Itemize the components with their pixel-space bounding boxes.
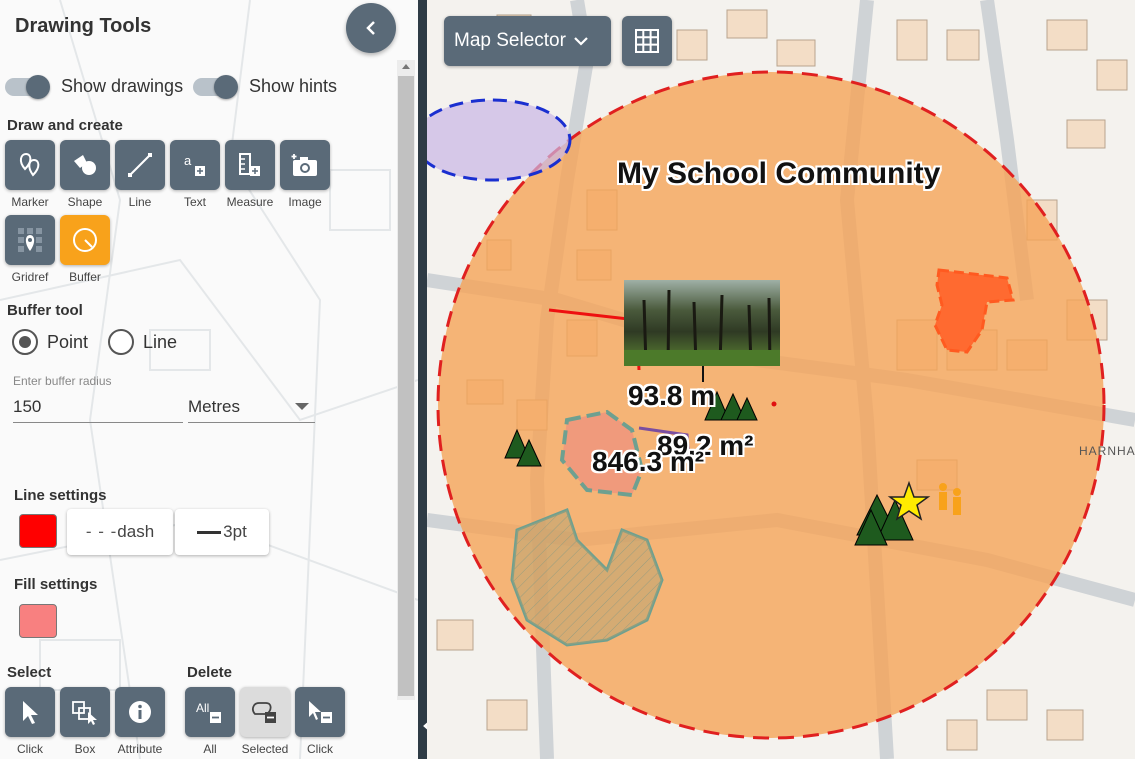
panel-scrollbar[interactable] [397,60,415,700]
draw-section-heading: Draw and create [7,117,123,134]
delete-selected-tool[interactable]: Selected [240,687,290,756]
delete-all-tool[interactable]: All All [185,687,235,756]
trees-photo-icon [624,289,780,366]
buffer-section-heading: Buffer tool [7,302,83,319]
collapse-panel-button[interactable] [346,3,396,53]
text-tool[interactable]: a Text [170,140,220,209]
info-icon [129,701,151,723]
gridref-tool[interactable]: Gridref [5,215,55,284]
road-label: HARNHA [1079,444,1135,458]
line-settings-heading: Line settings [14,487,107,504]
chevron-left-icon [366,21,375,35]
line-style-label: dash [117,522,155,541]
buffer-line-radio[interactable]: Line [108,329,177,355]
buffer-radius-input[interactable]: 150 [13,397,183,423]
buffer-icon [73,228,97,252]
delete-click-tool[interactable]: Click [295,687,345,756]
map-view[interactable]: My School Community 93.8 m 89.2 m² 846.3… [427,0,1135,759]
chevron-down-icon [574,37,588,46]
gridref-icon [18,228,42,252]
box-select-icon [72,701,97,725]
camera-icon [291,154,317,176]
delete-click-label: Click [307,742,333,756]
marker-icon [19,152,40,177]
select-attribute-label: Attribute [117,742,163,756]
show-drawings-label: Show drawings [61,76,184,96]
line-color-swatch[interactable] [19,514,57,548]
scroll-up-icon [402,64,410,69]
line-width-button[interactable]: 3pt [175,509,269,555]
scrollbar-thumb[interactable] [398,76,414,696]
line-width-label: 3pt [223,522,247,541]
delete-section-heading: Delete [187,664,233,681]
grid-icon [635,29,659,53]
line-icon [128,153,152,177]
show-hints-toggle[interactable]: Show hints [193,74,338,99]
measure-length-label[interactable]: 93.8 m [628,380,715,412]
line-style-button[interactable]: - - - dash [67,509,173,555]
fill-color-swatch[interactable] [19,604,57,638]
base-map [427,0,1135,759]
measure-tool[interactable]: Measure [225,140,275,209]
show-drawings-toggle[interactable]: Show drawings [5,74,184,99]
map-selector-dropdown[interactable]: Map Selector [444,16,611,66]
select-attribute-tool[interactable]: Attribute [115,687,165,756]
select-section-heading: Select [7,664,52,681]
delete-selected-icon [252,702,276,723]
delete-click-icon [309,701,332,723]
text-icon: a [184,153,205,176]
delete-all-icon: All [196,701,221,723]
map-selector-label: Map Selector [454,30,566,51]
panel-title: Drawing Tools [15,15,152,37]
line-tool[interactable]: Line [115,140,165,209]
fill-settings-heading: Fill settings [14,576,98,593]
shape-tool[interactable]: Shape [60,140,110,209]
pointer-icon [23,701,38,724]
marker-tool[interactable]: Marker [5,140,55,209]
image-tool[interactable]: Image [280,140,330,209]
units-select[interactable]: Metres [188,397,315,423]
school-photo[interactable] [624,280,780,366]
select-click-tool[interactable]: Click [5,687,55,756]
dash-style-icon: - - - [85,522,118,541]
buffer-point-radio[interactable]: Point [12,329,88,355]
buffer-radius-label: Enter buffer radius [13,374,112,388]
show-hints-label: Show hints [249,76,338,96]
svg-text:All: All [196,701,209,715]
shape-icon [74,155,96,175]
buffer-tool-label: Buffer [69,270,101,284]
image-tool-label: Image [288,195,322,209]
select-box-tool[interactable]: Box [60,687,110,756]
line-width-icon [197,530,222,534]
buffer-tool[interactable]: Buffer [60,215,110,284]
map-title-label[interactable]: My School Community [617,157,940,191]
buffer-line-label: Line [143,331,178,352]
panel-divider[interactable] [418,0,427,759]
grid-button[interactable] [622,16,672,66]
chevron-down-icon [295,403,309,410]
drawing-tools-panel: Drawing Tools Show drawings Show hints D… [0,0,418,759]
area-large-label[interactable]: 846.3 m² [592,446,704,478]
measure-icon [239,153,260,176]
buffer-point-label: Point [47,331,89,352]
svg-text:a: a [184,153,192,168]
